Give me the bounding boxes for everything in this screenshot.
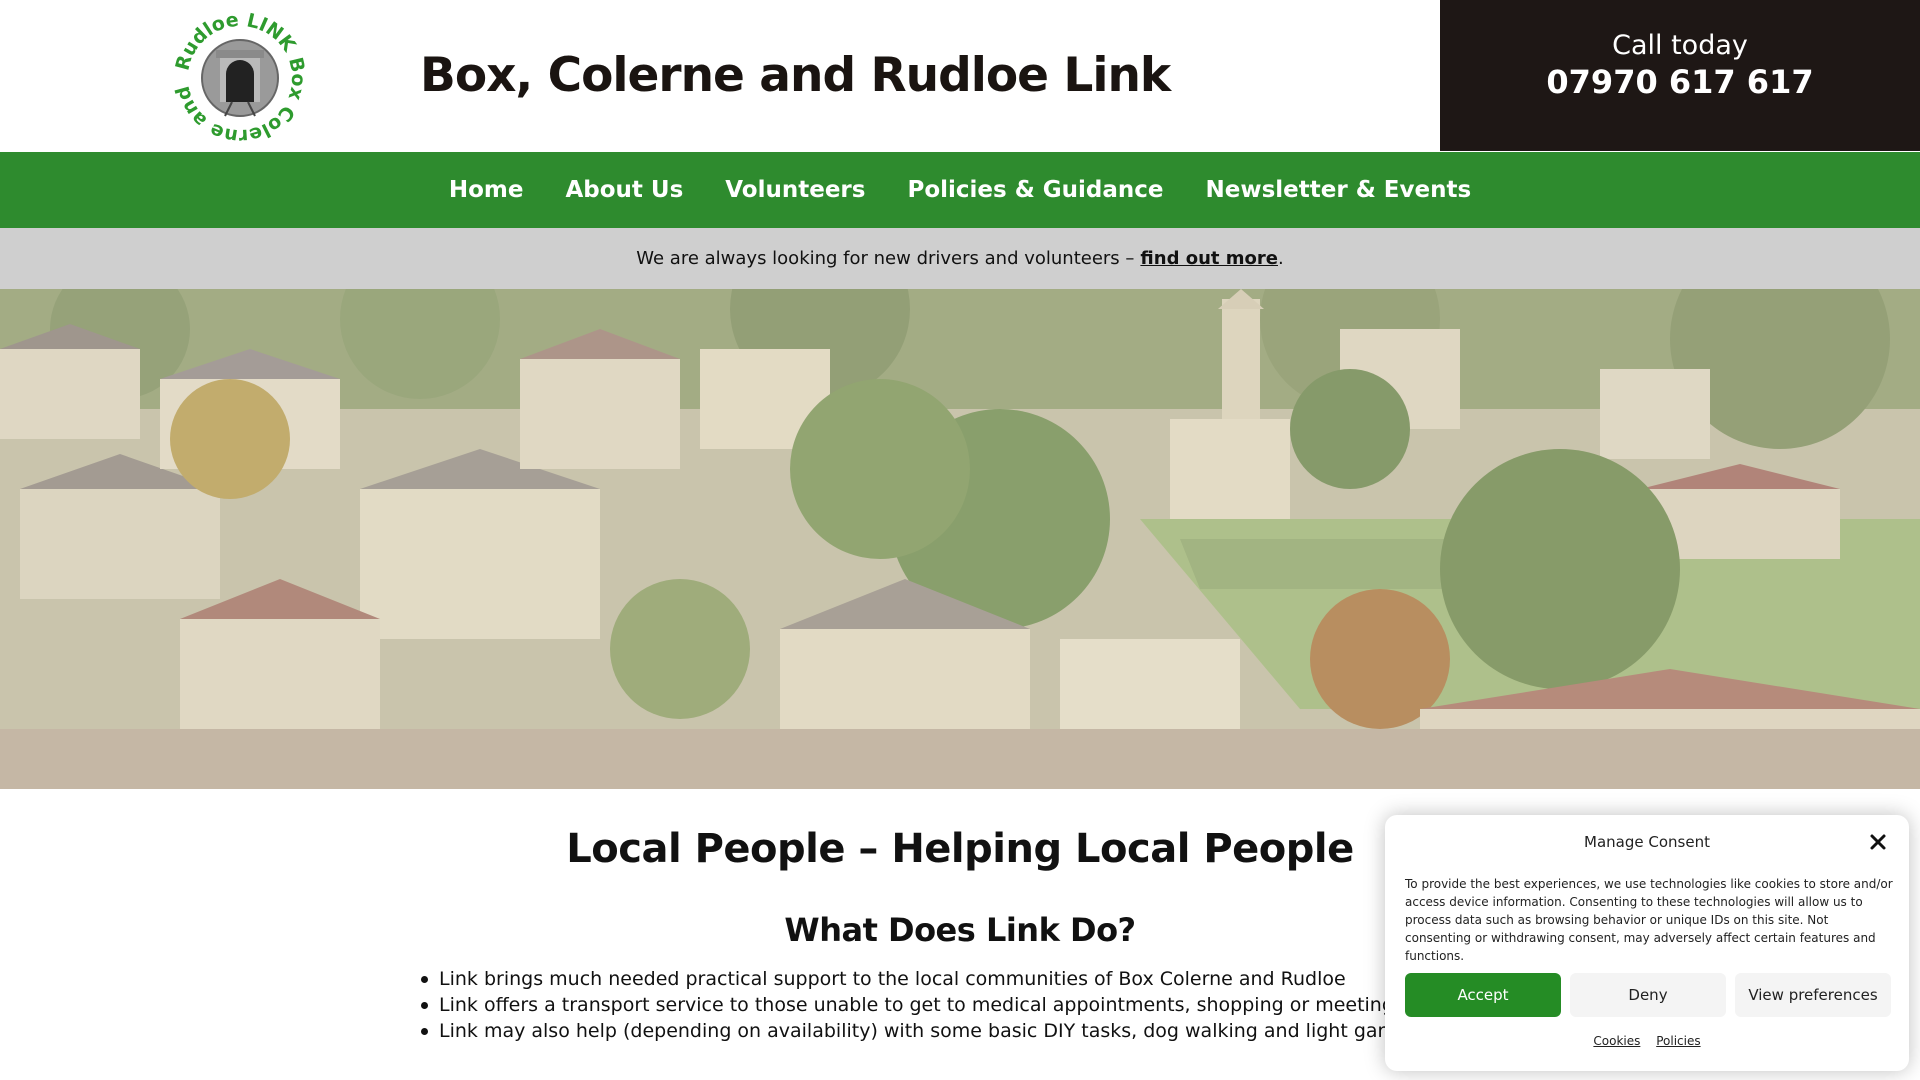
nav-item-home[interactable]: Home bbox=[449, 177, 524, 203]
consent-title: Manage Consent bbox=[1584, 833, 1710, 851]
find-out-more-link[interactable]: find out more bbox=[1140, 248, 1278, 269]
close-icon[interactable] bbox=[1865, 829, 1891, 855]
close-icon-glyph bbox=[1870, 834, 1886, 850]
call-box: Call today 07970 617 617 bbox=[1440, 0, 1920, 151]
nav-item-about-us[interactable]: About Us bbox=[565, 177, 683, 203]
notice-bar: We are always looking for new drivers an… bbox=[0, 228, 1920, 289]
nav-item-newsletter-events[interactable]: Newsletter & Events bbox=[1206, 177, 1472, 203]
call-label: Call today bbox=[1612, 30, 1748, 61]
call-number[interactable]: 07970 617 617 bbox=[1440, 63, 1920, 101]
view-preferences-button[interactable]: View preferences bbox=[1735, 973, 1891, 1017]
cookies-link[interactable]: Cookies bbox=[1593, 1034, 1640, 1048]
consent-links: Cookies Policies bbox=[1385, 1034, 1909, 1048]
list-item: Link may also help (depending on availab… bbox=[415, 1018, 1450, 1044]
policies-link[interactable]: Policies bbox=[1656, 1034, 1700, 1048]
site-header: Rudloe LINK Box Colerne and Box, Colerne… bbox=[0, 0, 1920, 151]
list-item: Link brings much needed practical suppor… bbox=[415, 966, 1415, 992]
services-list: Link brings much needed practical suppor… bbox=[415, 966, 1453, 1044]
site-title[interactable]: Box, Colerne and Rudloe Link bbox=[420, 48, 1171, 103]
deny-button[interactable]: Deny bbox=[1570, 973, 1726, 1017]
hero-image bbox=[0, 289, 1920, 789]
nav-item-volunteers[interactable]: Volunteers bbox=[725, 177, 865, 203]
consent-dialog: Manage Consent To provide the best exper… bbox=[1385, 815, 1909, 1071]
site-logo[interactable]: Rudloe LINK Box Colerne and bbox=[170, 8, 310, 148]
logo-emblem: Rudloe LINK Box Colerne and bbox=[171, 9, 309, 147]
list-item: Link offers a transport service to those… bbox=[415, 992, 1453, 1018]
main-nav: Home About Us Volunteers Policies & Guid… bbox=[0, 152, 1920, 228]
village-landscape-illustration bbox=[0, 289, 1920, 789]
nav-item-policies-guidance[interactable]: Policies & Guidance bbox=[907, 177, 1163, 203]
notice-suffix: . bbox=[1277, 248, 1284, 269]
notice-text: We are always looking for new drivers an… bbox=[636, 248, 1135, 269]
consent-description: To provide the best experiences, we use … bbox=[1405, 877, 1893, 963]
accept-button[interactable]: Accept bbox=[1405, 973, 1561, 1017]
